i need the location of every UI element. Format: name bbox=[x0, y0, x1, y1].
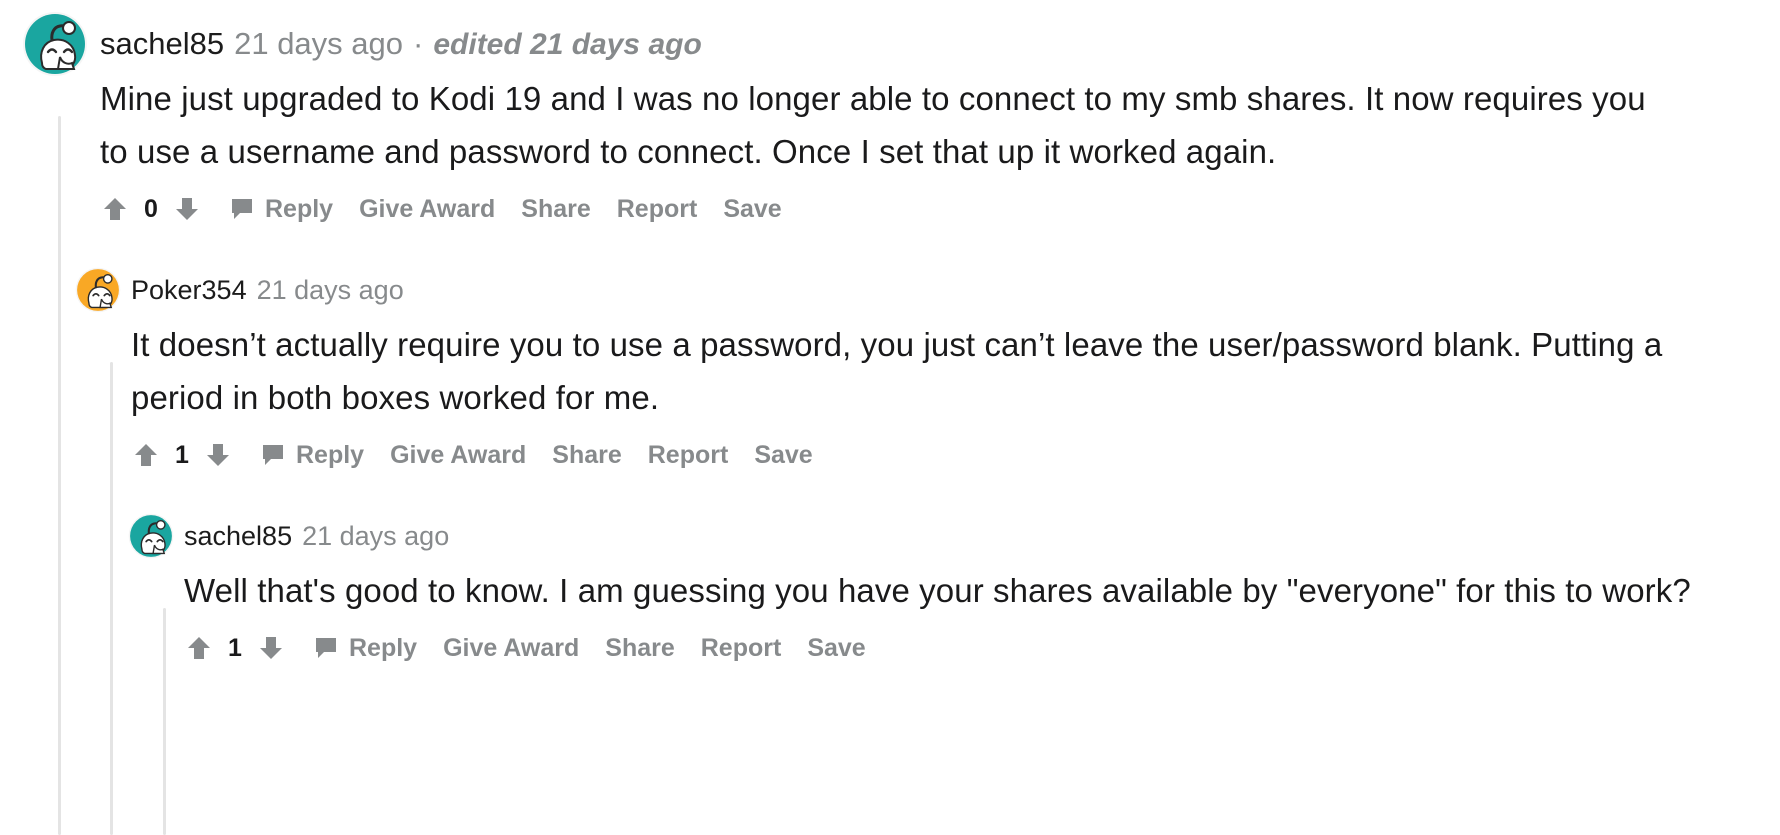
comment-2-meta: Poker354 21 days ago bbox=[131, 277, 404, 304]
comment-3-header: sachel85 21 days ago bbox=[128, 514, 1768, 558]
comment-thread: sachel85 21 days ago · edited 21 days ag… bbox=[0, 0, 1780, 835]
comment-2-header: Poker354 21 days ago bbox=[75, 268, 1765, 312]
comment-body: It doesn’t actually require you to use a… bbox=[131, 318, 1701, 424]
report-button[interactable]: Report bbox=[617, 195, 698, 224]
avatar-snoo-teal[interactable] bbox=[128, 513, 174, 559]
give-award-button[interactable]: Give Award bbox=[390, 441, 526, 470]
comment-1: sachel85 21 days ago · edited 21 days ag… bbox=[22, 22, 1762, 224]
reply-button[interactable]: Reply bbox=[265, 195, 333, 224]
vote-group: 0 bbox=[100, 194, 202, 224]
share-button[interactable]: Share bbox=[521, 195, 590, 224]
comment-1-meta: sachel85 21 days ago · edited 21 days ag… bbox=[100, 28, 702, 60]
comment-3: sachel85 21 days ago Well that's good to… bbox=[128, 514, 1768, 663]
comment-author-link[interactable]: sachel85 bbox=[100, 28, 224, 59]
give-award-button[interactable]: Give Award bbox=[443, 634, 579, 663]
comment-timestamp[interactable]: 21 days ago bbox=[234, 28, 403, 59]
give-award-button[interactable]: Give Award bbox=[359, 195, 495, 224]
vote-group: 1 bbox=[184, 633, 286, 663]
comment-1-header: sachel85 21 days ago · edited 21 days ag… bbox=[22, 22, 1762, 66]
comment-2: Poker354 21 days ago It doesn’t actually… bbox=[75, 268, 1765, 470]
comment-bubble-icon[interactable] bbox=[259, 441, 287, 469]
avatar-snoo-orange[interactable] bbox=[75, 267, 121, 313]
comment-2-actions: 1 Reply Give Award Share Report Save bbox=[131, 440, 1765, 470]
comment-timestamp[interactable]: 21 days ago bbox=[302, 523, 449, 550]
comment-body: Well that's good to know. I am guessing … bbox=[184, 564, 1729, 617]
upvote-arrow-icon[interactable] bbox=[100, 194, 130, 224]
downvote-arrow-icon[interactable] bbox=[172, 194, 202, 224]
downvote-arrow-icon[interactable] bbox=[256, 633, 286, 663]
share-button[interactable]: Share bbox=[605, 634, 674, 663]
report-button[interactable]: Report bbox=[648, 441, 729, 470]
save-button[interactable]: Save bbox=[754, 441, 812, 470]
comment-score: 0 bbox=[140, 195, 162, 224]
comment-body: Mine just upgraded to Kodi 19 and I was … bbox=[100, 72, 1660, 178]
reply-button[interactable]: Reply bbox=[296, 441, 364, 470]
comment-edited-label: edited 21 days ago bbox=[433, 30, 701, 60]
comment-3-actions: 1 Reply Give Award Share Report Save bbox=[184, 633, 1768, 663]
report-button[interactable]: Report bbox=[701, 634, 782, 663]
share-button[interactable]: Share bbox=[552, 441, 621, 470]
meta-separator: · bbox=[413, 28, 423, 59]
comment-score: 1 bbox=[224, 634, 246, 663]
upvote-arrow-icon[interactable] bbox=[184, 633, 214, 663]
comment-score: 1 bbox=[171, 441, 193, 470]
upvote-arrow-icon[interactable] bbox=[131, 440, 161, 470]
comment-bubble-icon[interactable] bbox=[312, 634, 340, 662]
save-button[interactable]: Save bbox=[723, 195, 781, 224]
save-button[interactable]: Save bbox=[807, 634, 865, 663]
vote-group: 1 bbox=[131, 440, 233, 470]
reply-button[interactable]: Reply bbox=[349, 634, 417, 663]
downvote-arrow-icon[interactable] bbox=[203, 440, 233, 470]
comment-1-actions: 0 Reply Give Award Share Report Save bbox=[100, 194, 1762, 224]
avatar-snoo-teal[interactable] bbox=[22, 11, 88, 77]
comment-3-meta: sachel85 21 days ago bbox=[184, 523, 449, 550]
comment-bubble-icon[interactable] bbox=[228, 195, 256, 223]
comment-author-link[interactable]: sachel85 bbox=[184, 523, 292, 550]
comment-author-link[interactable]: Poker354 bbox=[131, 277, 247, 304]
comment-timestamp[interactable]: 21 days ago bbox=[257, 277, 404, 304]
